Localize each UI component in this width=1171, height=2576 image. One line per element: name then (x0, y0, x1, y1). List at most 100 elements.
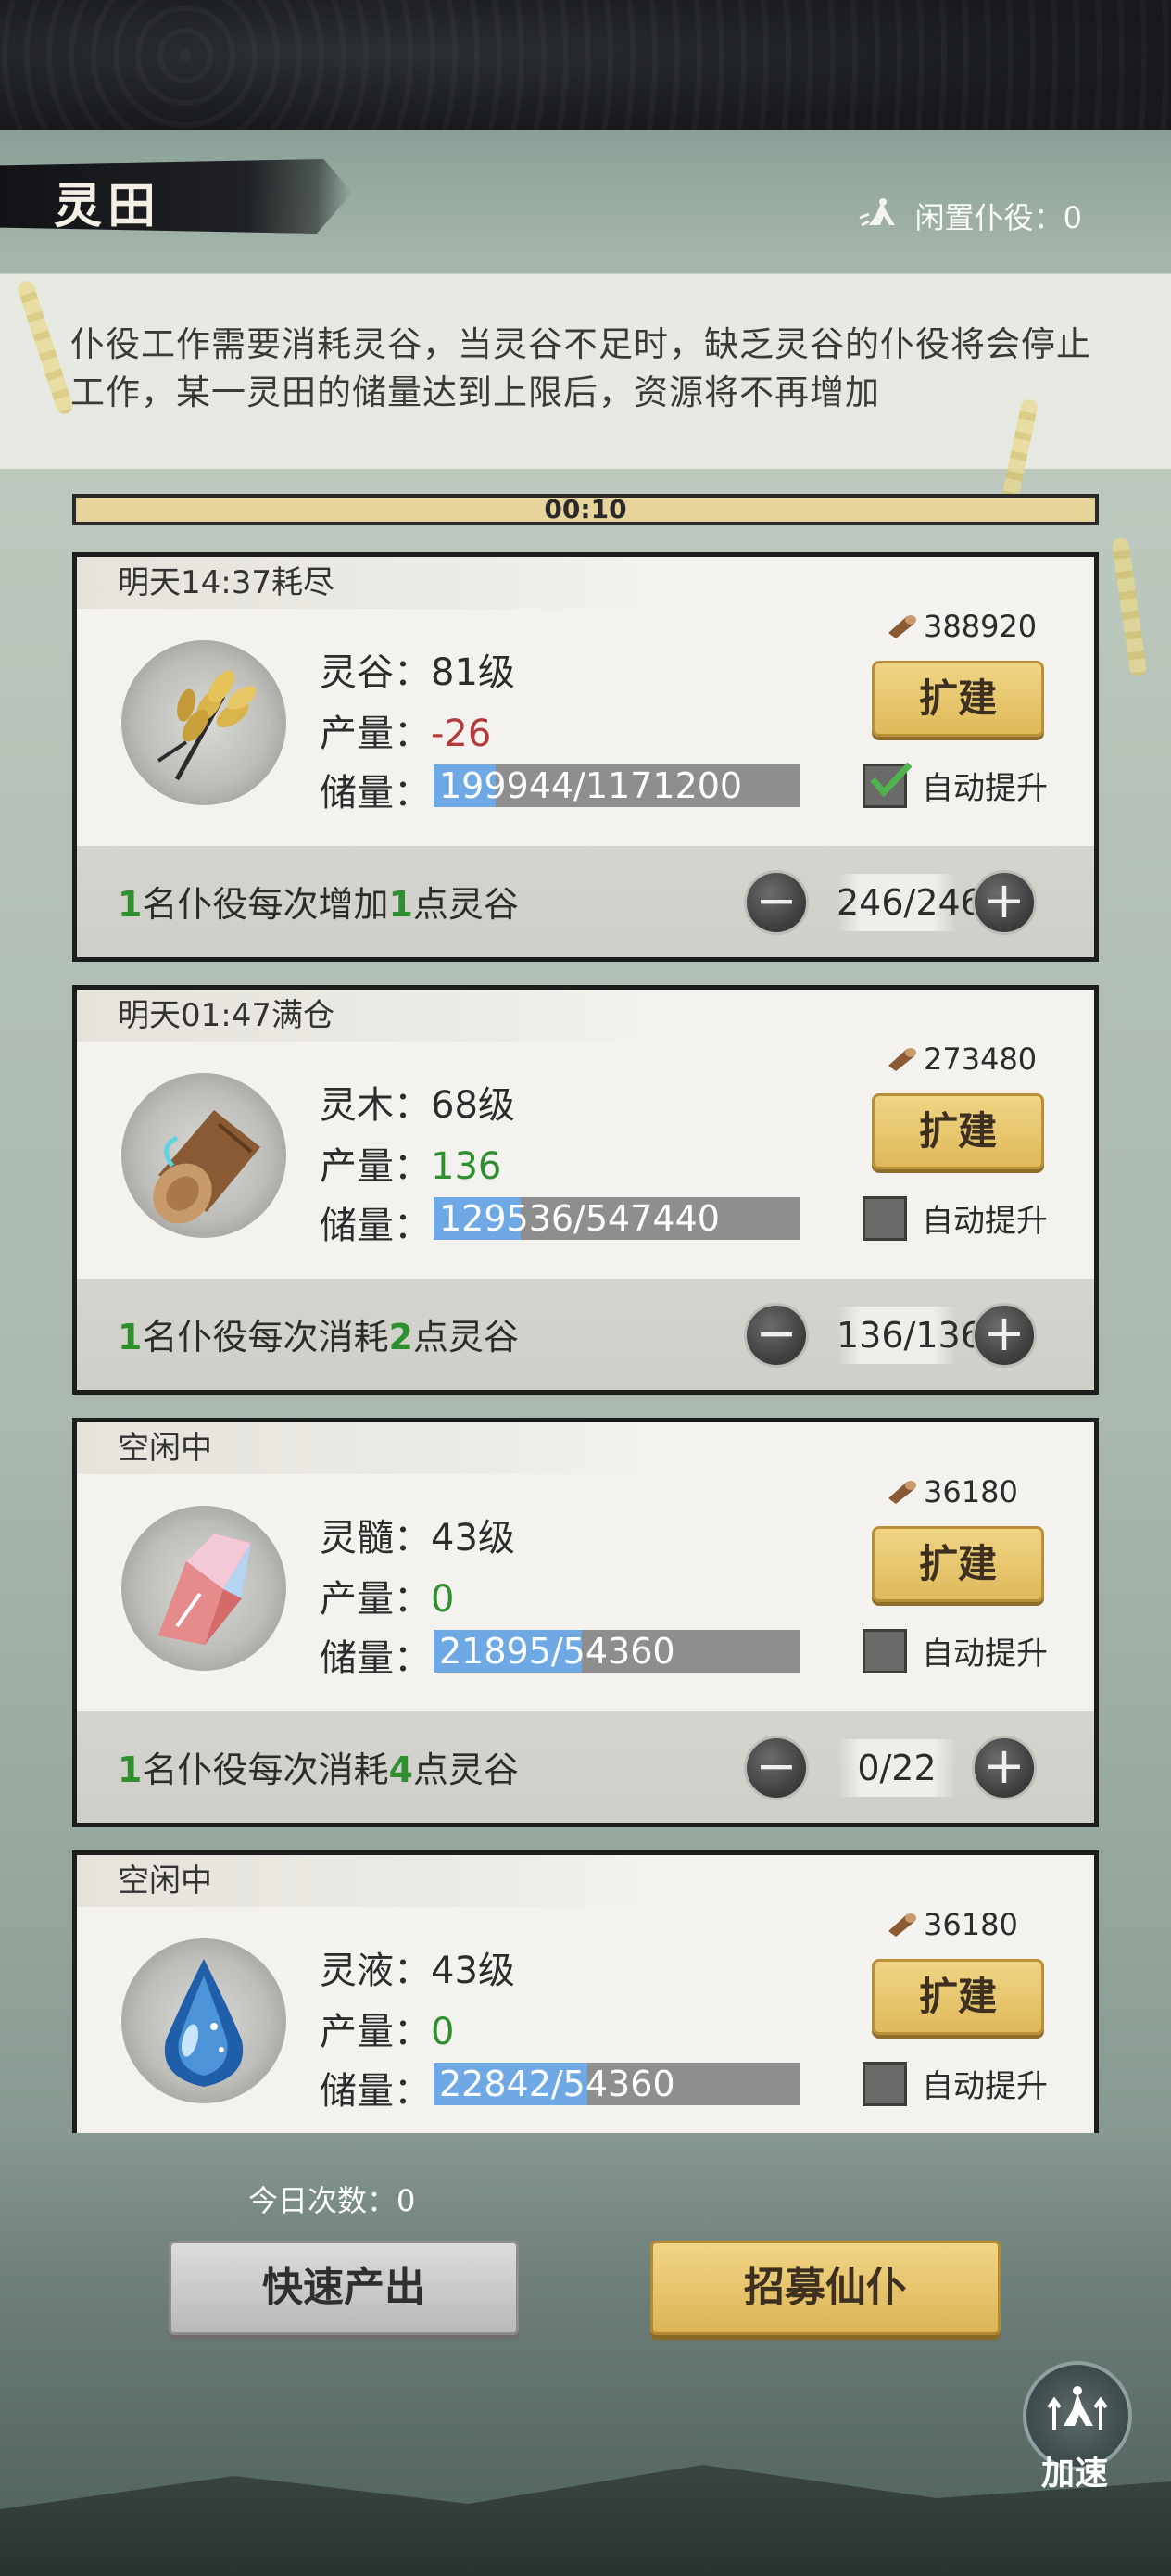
wood-log-icon (888, 1913, 916, 1937)
auto-upgrade-checkbox[interactable] (863, 2061, 907, 2106)
auto-upgrade-label: 自动提升 (922, 1203, 1048, 1240)
water-drop-icon (164, 1959, 244, 2087)
countdown-timer: 00:10 (72, 494, 1099, 525)
expand-button[interactable]: 扩建 (872, 661, 1044, 737)
field-status: 空闲中 (77, 1855, 651, 1907)
field-icon-frame (121, 1938, 286, 2103)
expand-cost-value: 36180 (924, 1474, 1018, 1509)
worker-effect-mid: 名仆役每次增加 (142, 884, 389, 925)
speed-up-label: 加速 (1041, 2455, 1109, 2493)
field-output: 产量：136 (320, 1136, 501, 1190)
auto-upgrade-label: 自动提升 (922, 770, 1048, 807)
output-label: 产量： (320, 2011, 431, 2053)
output-label: 产量： (320, 1145, 431, 1188)
field-icon-frame (121, 1073, 286, 1238)
auto-upgrade-checkbox[interactable] (863, 1628, 907, 1673)
field-name-level: 灵木：68级 (320, 1075, 515, 1129)
expand-cost: 388920 (885, 609, 1037, 644)
worker-count: 0/22 (837, 1739, 957, 1797)
worker-effect-text: 1名仆役每次增加1点灵谷 (118, 876, 519, 927)
today-count: 今日次数：0 (248, 2183, 416, 2218)
storage-progress-bar: 129536/547440 (434, 1197, 800, 1240)
quick-produce-button[interactable]: 快速产出 (169, 2241, 519, 2335)
increase-workers-button[interactable]: + (972, 1303, 1037, 1368)
worker-effect-suffix: 点灵谷 (412, 884, 519, 925)
decrease-workers-button[interactable]: − (744, 870, 809, 935)
field-card-grain: 明天14:37耗尽 灵谷：81级 产量：-26 储量： 199944/11712… (72, 552, 1099, 962)
wood-log-icon (888, 1481, 916, 1504)
resource-level: 43级 (431, 1517, 515, 1559)
field-status: 空闲中 (77, 1422, 651, 1474)
title-brush-stroke (0, 159, 352, 234)
output-value: 0 (431, 1578, 455, 1621)
field-output: 产量：-26 (320, 703, 491, 757)
storage-progress-bar: 22842/54360 (434, 2063, 800, 2105)
worker-effect-amount: 2 (388, 1317, 413, 1357)
increase-workers-button[interactable]: + (972, 1736, 1037, 1800)
worker-row: 1名仆役每次消耗4点灵谷 − 0/22 + (77, 1711, 1094, 1823)
increase-workers-button[interactable]: + (972, 870, 1037, 935)
field-name-level: 灵液：43级 (320, 1940, 515, 1994)
worker-icon (859, 198, 895, 227)
worker-count: 246/246 (837, 874, 983, 931)
resource-level: 68级 (431, 1084, 515, 1127)
worker-effect-mid: 名仆役每次消耗 (142, 1749, 389, 1790)
grain-icon (157, 670, 257, 781)
auto-upgrade-label: 自动提升 (922, 2068, 1048, 2105)
wood-log-icon (888, 615, 916, 638)
field-status: 明天01:47满仓 (77, 990, 651, 1042)
expand-button[interactable]: 扩建 (872, 1093, 1044, 1169)
wood-icon (153, 1110, 260, 1224)
expand-cost: 273480 (885, 1042, 1037, 1077)
decrease-workers-button[interactable]: − (744, 1736, 809, 1800)
resource-name-label: 灵液： (320, 1950, 431, 1992)
expand-cost-value: 273480 (924, 1042, 1038, 1077)
auto-upgrade-toggle[interactable]: 自动提升 (863, 2061, 1048, 2106)
idle-workers-label: 闲置仆役：0 (914, 200, 1082, 235)
field-storage-label: 储量： (320, 1205, 431, 1247)
auto-upgrade-toggle[interactable]: 自动提升 (863, 1628, 1048, 1673)
expand-cost: 36180 (885, 1907, 1018, 1942)
description-text: 仆役工作需要消耗灵谷，当灵谷不足时，缺乏灵谷的仆役将会停止工作，某一灵田的储量达… (70, 324, 1091, 412)
auto-upgrade-checkbox[interactable] (863, 762, 912, 808)
wood-log-icon (888, 1048, 916, 1071)
field-card-crystal: 空闲中 灵髓：43级 产量：0 储量： 21895/54360 36180 扩建 (72, 1418, 1099, 1827)
storage-progress-text: 22842/54360 (439, 2064, 675, 2104)
wheat-decoration (1111, 537, 1148, 677)
field-icon-frame (121, 640, 286, 805)
expand-button[interactable]: 扩建 (872, 1526, 1044, 1602)
worker-unit: 1 (118, 884, 143, 925)
storage-progress-text: 199944/1171200 (439, 765, 743, 806)
resource-level: 43级 (431, 1950, 515, 1992)
output-value: 0 (431, 2011, 455, 2053)
expand-button[interactable]: 扩建 (872, 1959, 1044, 2035)
resource-level: 81级 (431, 651, 515, 694)
field-storage-label: 储量： (320, 2070, 431, 2113)
storage-progress-text: 129536/547440 (439, 1198, 720, 1239)
worker-effect-text: 1名仆役每次消耗2点灵谷 (118, 1308, 519, 1359)
worker-effect-amount: 1 (388, 884, 413, 925)
field-name-level: 灵髓：43级 (320, 1508, 515, 1561)
auto-upgrade-checkbox[interactable] (863, 1195, 907, 1241)
worker-effect-amount: 4 (388, 1749, 413, 1790)
field-output: 产量：0 (320, 1569, 454, 1623)
auto-upgrade-label: 自动提升 (922, 1635, 1048, 1673)
worker-effect-suffix: 点灵谷 (412, 1749, 519, 1790)
worker-unit: 1 (118, 1317, 143, 1357)
recruit-servant-button[interactable]: 招募仙仆 (650, 2241, 1001, 2335)
expand-cost-value: 36180 (924, 1907, 1018, 1942)
field-name-level: 灵谷：81级 (320, 642, 515, 696)
worker-unit: 1 (118, 1749, 143, 1790)
worker-row: 1名仆役每次增加1点灵谷 − 246/246 + (77, 846, 1094, 957)
auto-upgrade-toggle[interactable]: 自动提升 (863, 1195, 1048, 1241)
output-label: 产量： (320, 713, 431, 755)
page-title: 灵田 (54, 178, 162, 234)
check-icon (870, 762, 912, 797)
output-value: -26 (431, 713, 492, 755)
expand-cost-value: 388920 (924, 609, 1038, 644)
idle-workers: 闲置仆役：0 (858, 195, 1082, 237)
auto-upgrade-toggle[interactable]: 自动提升 (863, 762, 1048, 808)
decrease-workers-button[interactable]: − (744, 1303, 809, 1368)
field-icon-frame (121, 1506, 286, 1671)
field-list[interactable]: 明天14:37耗尽 灵谷：81级 产量：-26 储量： 199944/11712… (72, 552, 1099, 2133)
